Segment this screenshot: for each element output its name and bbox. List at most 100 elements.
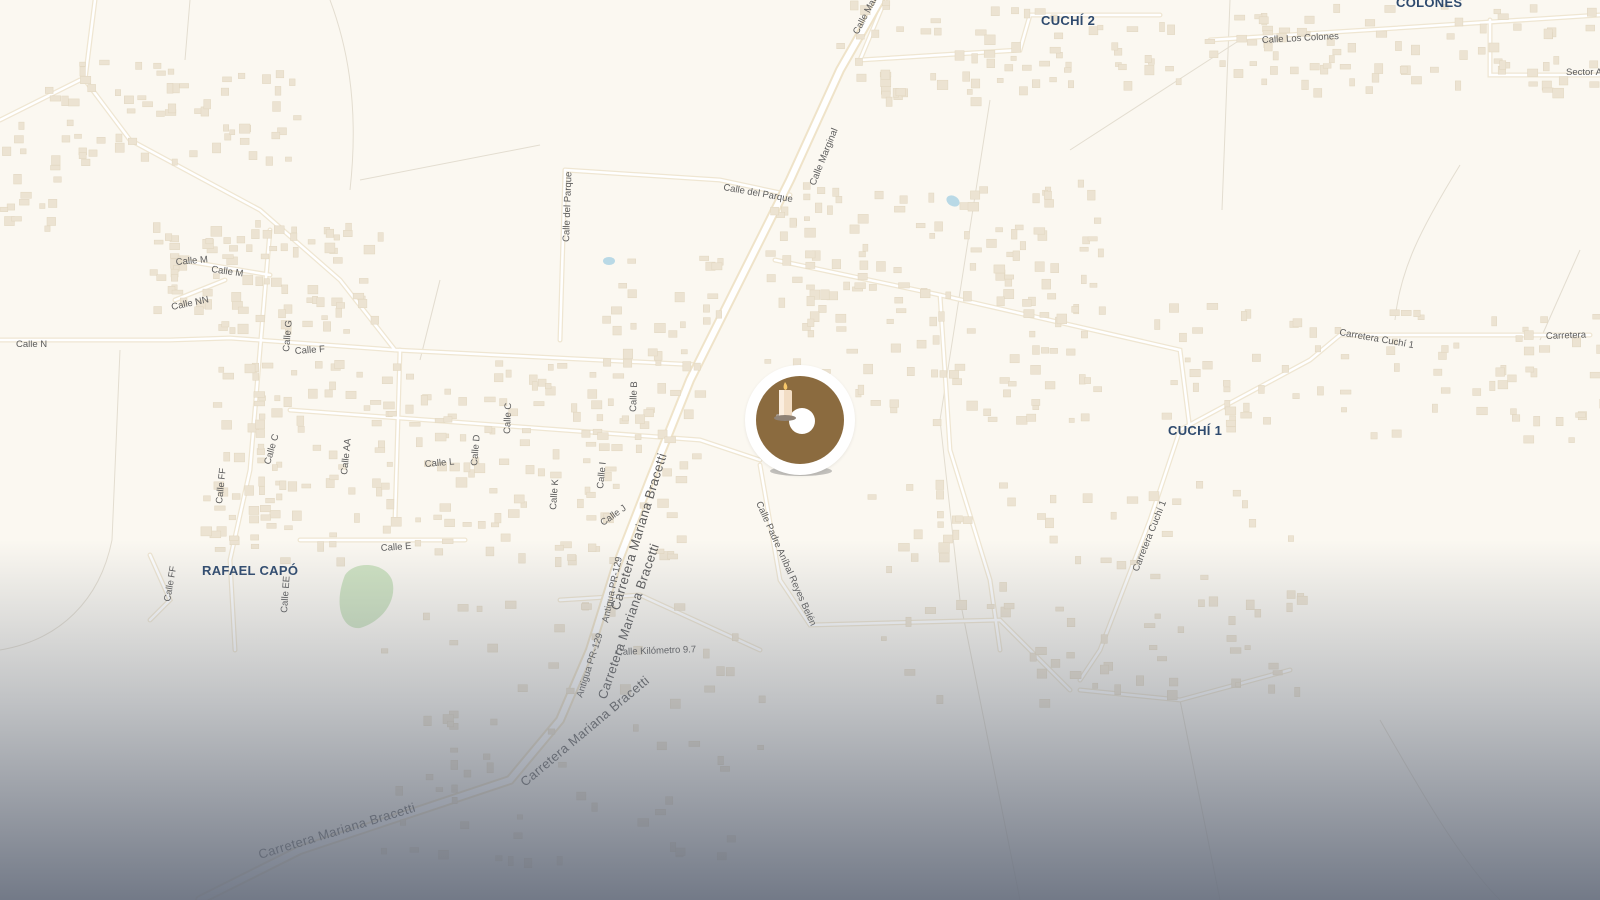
building	[1268, 684, 1276, 694]
building	[260, 253, 270, 260]
building	[1100, 557, 1112, 564]
building	[359, 278, 369, 284]
building	[1054, 32, 1064, 40]
building	[1172, 498, 1182, 505]
building	[1049, 77, 1057, 83]
building	[250, 543, 260, 549]
building	[688, 740, 701, 747]
building	[1539, 345, 1551, 353]
building	[271, 408, 283, 418]
building	[210, 226, 223, 237]
building	[928, 192, 935, 203]
building	[1087, 189, 1096, 201]
building	[49, 95, 61, 102]
building	[171, 289, 184, 295]
building	[271, 277, 282, 287]
building	[434, 548, 444, 556]
building	[789, 217, 797, 228]
building	[1009, 354, 1020, 364]
building	[764, 359, 772, 364]
building	[1081, 274, 1087, 284]
building	[916, 339, 927, 349]
building	[943, 534, 953, 544]
building	[1258, 385, 1265, 394]
building	[986, 58, 995, 68]
building	[939, 370, 947, 378]
building	[153, 62, 162, 69]
building	[932, 335, 940, 345]
building	[1031, 399, 1041, 406]
building	[1029, 330, 1036, 338]
building	[934, 221, 943, 232]
building	[444, 388, 451, 395]
building	[156, 70, 166, 76]
building	[525, 465, 535, 475]
building	[205, 238, 214, 245]
building	[1043, 190, 1052, 200]
building	[231, 292, 242, 302]
building	[126, 108, 136, 114]
building	[423, 612, 430, 621]
building	[545, 383, 552, 390]
building	[920, 289, 931, 299]
building	[443, 416, 453, 423]
building	[275, 70, 285, 79]
building	[1071, 306, 1079, 313]
building	[336, 302, 345, 309]
building	[633, 724, 639, 732]
building	[507, 856, 514, 866]
building	[255, 314, 265, 323]
building	[868, 284, 877, 291]
building	[39, 203, 46, 209]
building	[449, 640, 459, 646]
building	[1552, 87, 1564, 99]
building	[255, 419, 265, 430]
building	[591, 802, 598, 812]
building	[656, 741, 667, 751]
building	[571, 403, 578, 413]
building	[1491, 316, 1497, 327]
building	[1032, 193, 1040, 204]
building	[1292, 318, 1303, 328]
building	[531, 381, 538, 391]
building	[996, 296, 1005, 307]
street-label: Calle K	[548, 478, 561, 510]
building	[970, 190, 981, 200]
building	[1004, 274, 1014, 280]
building	[1430, 66, 1439, 73]
building	[486, 762, 494, 774]
building	[1100, 634, 1108, 644]
building	[260, 514, 271, 521]
building	[434, 432, 447, 442]
building	[1032, 405, 1040, 410]
building	[1235, 682, 1241, 688]
building	[229, 129, 236, 135]
building	[676, 535, 687, 544]
building	[1003, 289, 1015, 299]
building	[377, 232, 384, 242]
building	[849, 224, 860, 234]
building	[223, 237, 231, 244]
building	[818, 305, 827, 313]
building	[229, 327, 236, 334]
building	[1118, 63, 1127, 71]
building	[683, 409, 694, 420]
building	[893, 267, 902, 274]
building	[1004, 64, 1014, 72]
building	[890, 343, 901, 353]
location-marker[interactable]	[745, 365, 855, 475]
building	[78, 152, 87, 159]
building	[704, 685, 716, 693]
building	[1507, 374, 1517, 383]
building	[949, 370, 959, 379]
building	[48, 199, 58, 208]
building	[1032, 79, 1041, 88]
building	[831, 259, 841, 270]
building	[1044, 199, 1054, 208]
building	[238, 72, 246, 79]
building	[1440, 387, 1451, 394]
building	[1268, 662, 1279, 670]
building	[315, 361, 323, 369]
building	[251, 229, 260, 239]
building	[1241, 311, 1248, 322]
